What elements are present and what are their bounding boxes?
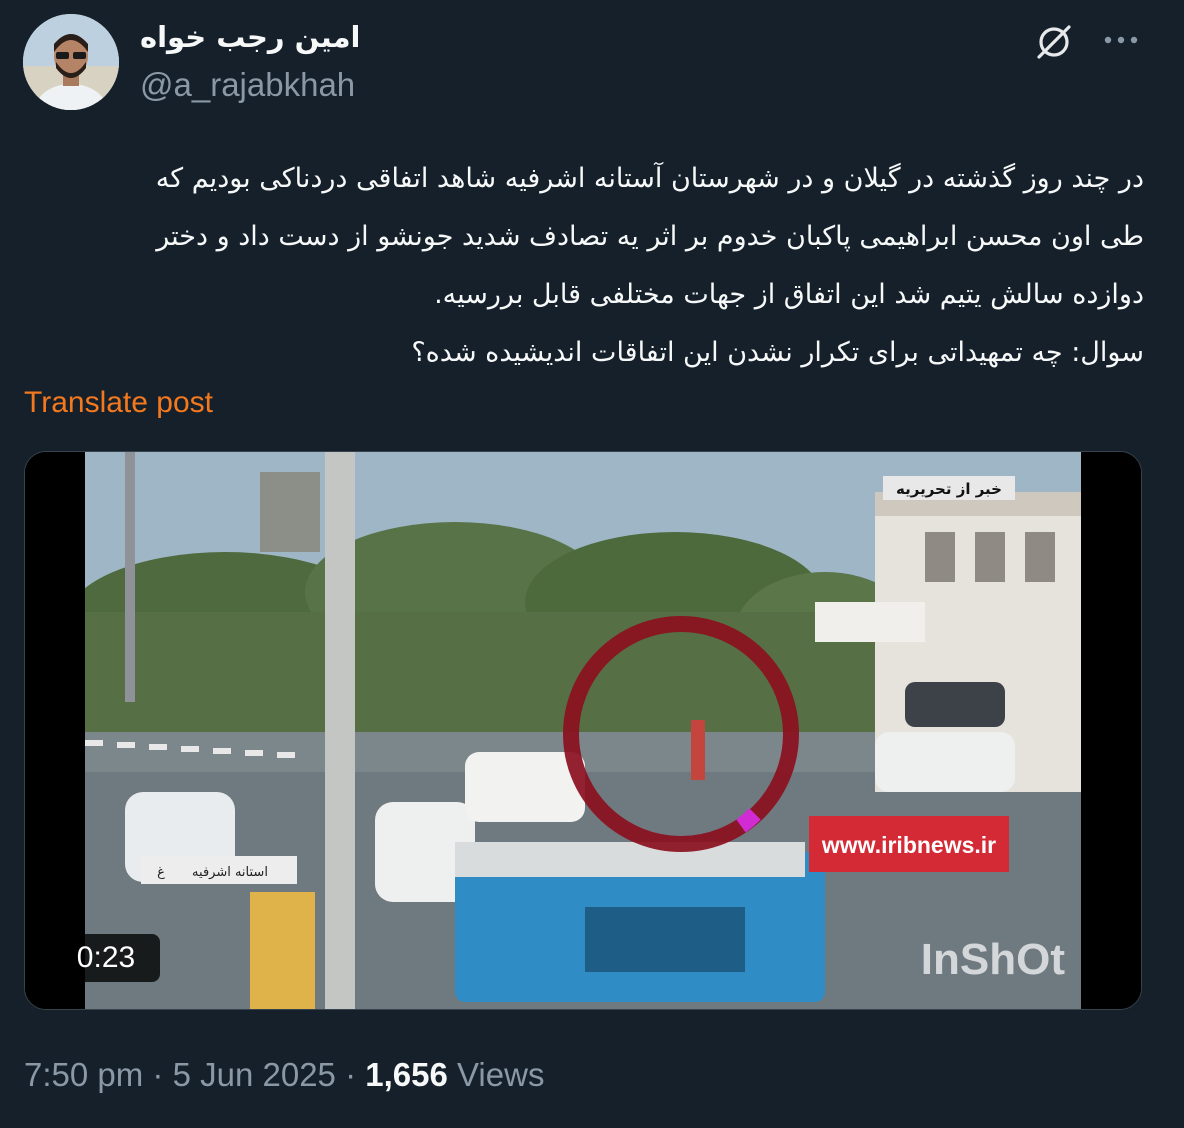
- views-count: 1,656: [365, 1056, 448, 1093]
- meta-separator: ·: [345, 1056, 357, 1093]
- post-time[interactable]: 7:50 pm: [24, 1056, 143, 1093]
- video-watermark: InShOt: [921, 935, 1066, 984]
- translate-post-link[interactable]: Translate post: [24, 386, 213, 420]
- post-meta: 7:50 pm · 5 Jun 2025 · 1,656 Views: [24, 1056, 544, 1094]
- views-label: Views: [457, 1056, 545, 1093]
- meta-separator: ·: [152, 1056, 164, 1093]
- more-icon[interactable]: [1098, 22, 1144, 58]
- author-handle[interactable]: @a_rajabkhah: [140, 66, 355, 104]
- post-text: در چند روز گذشته در گیلان و در شهرستان آ…: [155, 163, 1144, 368]
- overlay-location-tag: غ: [157, 865, 165, 880]
- grok-icon[interactable]: [1034, 22, 1074, 62]
- avatar[interactable]: [23, 14, 119, 110]
- video-player[interactable]: خبر از تحریریه www.iribnews.ir استانه اش…: [24, 451, 1142, 1010]
- video-frame: خبر از تحریریه www.iribnews.ir استانه اش…: [65, 452, 1081, 1009]
- overlay-top-label: خبر از تحریریه: [896, 480, 1002, 498]
- post-date[interactable]: 5 Jun 2025: [173, 1056, 336, 1093]
- overlay-location-label: استانه اشرفیه: [192, 865, 268, 880]
- video-duration-badge: 0:23: [52, 934, 160, 982]
- author-display-name[interactable]: امین رجب خواه: [140, 20, 360, 54]
- overlay-site-label: www.iribnews.ir: [821, 832, 996, 858]
